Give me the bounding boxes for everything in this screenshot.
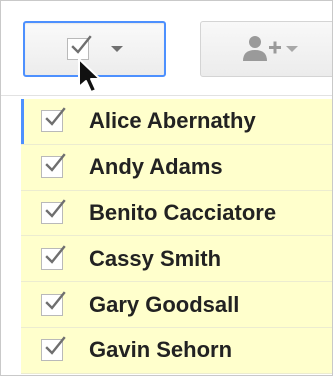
- contact-row[interactable]: Gavin Sehorn: [21, 327, 332, 374]
- contact-name: Gary Goodsall: [89, 291, 240, 317]
- checkmark-icon: [45, 290, 66, 310]
- contact-name: Benito Cacciatore: [89, 199, 277, 225]
- contact-checkbox[interactable]: [41, 107, 66, 133]
- contact-row[interactable]: Benito Cacciatore: [21, 190, 332, 237]
- contact-checkbox[interactable]: [41, 245, 66, 270]
- contact-name: Cassy Smith: [89, 245, 222, 271]
- contact-name: Gavin Sehorn: [89, 337, 233, 363]
- checkmark-icon: [45, 107, 66, 127]
- mouse-pointer-icon: [78, 58, 101, 93]
- contact-checkbox[interactable]: [41, 153, 66, 179]
- contact-row[interactable]: Gary Goodsall: [21, 282, 332, 328]
- checkmark-icon: [45, 153, 66, 172]
- add-contact-button[interactable]: [200, 21, 332, 77]
- contact-rows: Alice Abernathy Andy Adams Benito Cacciato…: [21, 99, 332, 374]
- contact-list: Alice Abernathy Andy Adams Benito Cacciato…: [1, 95, 332, 375]
- contact-checkbox[interactable]: [41, 336, 66, 362]
- contact-row[interactable]: Cassy Smith: [21, 236, 332, 283]
- chevron-down-icon: [110, 46, 123, 52]
- divider: [1, 95, 332, 96]
- contacts-panel: Alice Abernathy Andy Adams Benito Cacciato…: [0, 0, 333, 376]
- contact-row[interactable]: Andy Adams: [21, 144, 332, 191]
- toolbar: [1, 1, 332, 95]
- contact-row[interactable]: Alice Abernathy: [21, 99, 332, 145]
- contact-name: Alice Abernathy: [89, 108, 256, 134]
- checkmark-icon: [45, 336, 66, 356]
- checkmark-icon: [45, 199, 66, 218]
- checkmark-icon: [45, 245, 66, 264]
- chevron-down-icon: [286, 46, 298, 52]
- contact-name: Andy Adams: [89, 154, 223, 180]
- contact-checkbox[interactable]: [41, 199, 66, 224]
- contact-checkbox[interactable]: [41, 290, 66, 316]
- add-person-icon: [243, 36, 281, 61]
